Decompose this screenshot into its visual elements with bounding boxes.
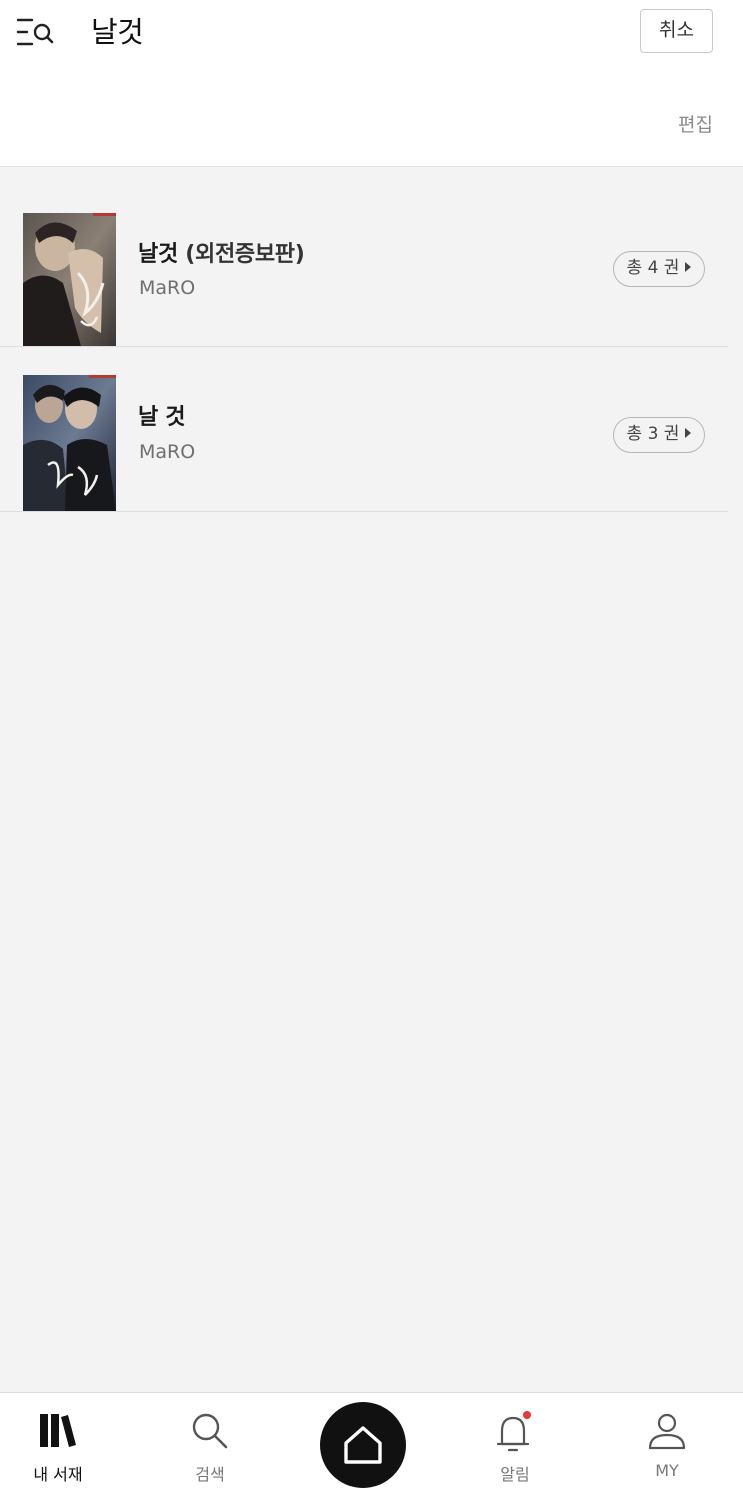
nav-label: 내 서재 — [33, 1465, 83, 1484]
chevron-right-icon — [685, 262, 692, 272]
volume-count-label: 총 4 권 — [626, 258, 680, 278]
library-icon — [38, 1411, 78, 1455]
book-title-edition: (외전증보판) — [185, 242, 305, 267]
search-filter-icon[interactable] — [14, 14, 58, 50]
nav-search[interactable]: 검색 — [160, 1393, 260, 1499]
edit-button[interactable]: 편집 — [678, 110, 713, 137]
book-list: 날것 (외전증보판) MaRO 총 4 권 날 것 MaRO 총 3 권 — [0, 182, 728, 512]
person-icon — [647, 1411, 687, 1455]
bell-icon — [493, 1411, 537, 1459]
nav-label: MY — [655, 1461, 679, 1480]
volume-count-label: 총 3 권 — [626, 424, 680, 444]
nav-label: 검색 — [195, 1465, 225, 1484]
book-author: MaRO — [139, 277, 196, 299]
book-author: MaRO — [139, 441, 196, 463]
chevron-right-icon — [685, 428, 692, 438]
volume-count-button[interactable]: 총 3 권 — [613, 417, 705, 453]
search-icon — [190, 1411, 230, 1455]
top-bar: 날것 취소 편집 — [0, 0, 743, 167]
book-cover-image[interactable] — [23, 213, 116, 346]
volume-count-button[interactable]: 총 4 권 — [613, 251, 705, 287]
page-title: 날것 — [91, 15, 144, 49]
nav-my-library[interactable]: 내 서재 — [8, 1393, 108, 1499]
book-title: 날 것 — [138, 399, 186, 431]
book-cover-image[interactable] — [23, 375, 116, 511]
home-button[interactable] — [320, 1402, 406, 1488]
nav-notifications[interactable]: 알림 — [465, 1393, 565, 1499]
cancel-button[interactable]: 취소 — [640, 9, 713, 53]
book-title: 날것 (외전증보판) — [138, 236, 305, 268]
bottom-nav: 내 서재 검색 알림 MY — [0, 1392, 743, 1499]
book-title-main: 날것 — [138, 242, 178, 267]
nav-my[interactable]: MY — [617, 1393, 717, 1499]
book-title-main: 날 것 — [138, 405, 186, 430]
list-item[interactable]: 날것 (외전증보판) MaRO 총 4 권 — [0, 182, 728, 347]
list-item[interactable]: 날 것 MaRO 총 3 권 — [0, 347, 728, 512]
home-icon — [344, 1426, 382, 1464]
nav-label: 알림 — [500, 1465, 530, 1484]
